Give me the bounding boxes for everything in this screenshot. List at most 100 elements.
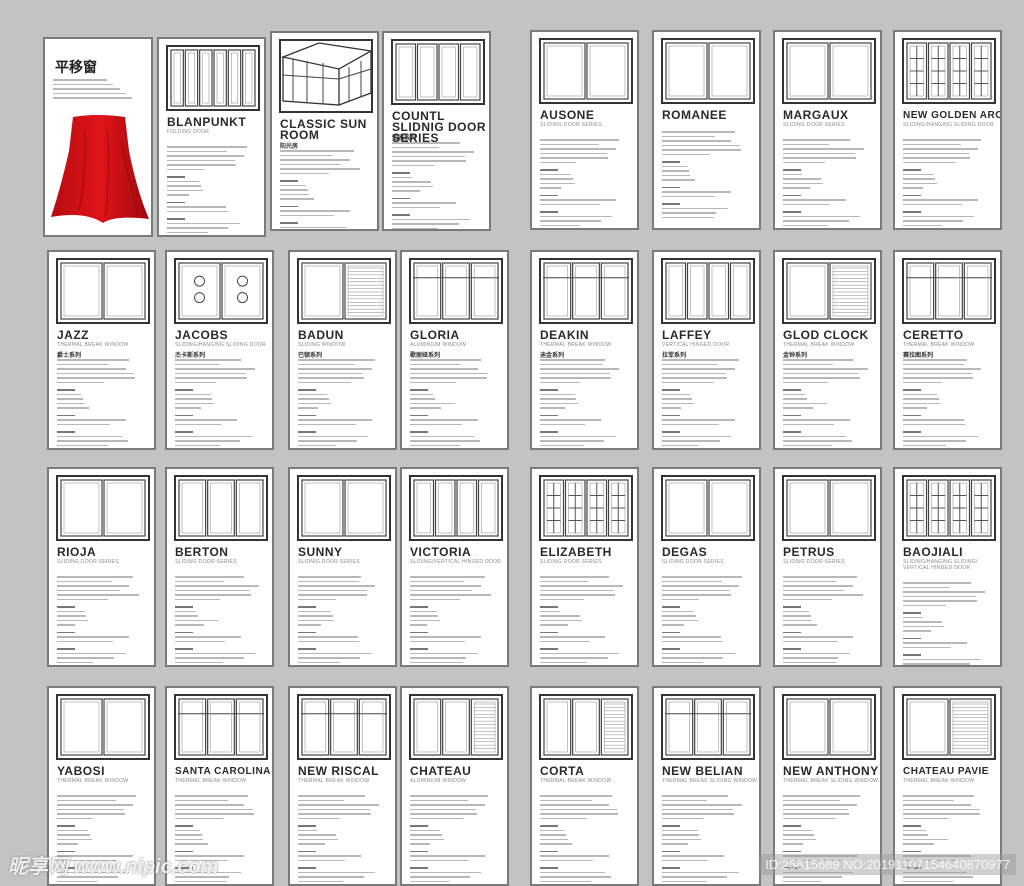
- decorated-door-icon: [174, 258, 268, 324]
- product-card: COUNTL SLIDNIG DOOR SERIES 铂雅系列: [382, 31, 491, 231]
- product-subtitle: THERMAL BREAK SLIDING WINDOW: [662, 778, 758, 784]
- screen-window-icon: [902, 694, 996, 760]
- product-card: CORTA THERMAL BREAK WINDOW: [530, 686, 639, 886]
- product-description: [540, 576, 629, 665]
- product-subtitle: SLIDING/VERTICAL HINGED DOOR: [410, 559, 502, 565]
- product-card: BAOJIALI SLIDING/HANGING SLIDING/ VERTICA…: [893, 467, 1002, 667]
- product-card: DEAKIN THERMAL BREAK WINDOW 迪金系列: [530, 250, 639, 450]
- intro-text: [53, 79, 143, 102]
- product-description: [410, 795, 499, 884]
- product-title: CERETTO: [903, 328, 964, 342]
- product-subtitle: THERMAL BREAK WINDOW: [540, 778, 612, 784]
- sliding-door-icon: [539, 38, 633, 104]
- product-series-cn: 拉菲系列: [662, 353, 687, 359]
- product-title: VICTORIA: [410, 545, 472, 559]
- product-title: CLASSIC SUN ROOM: [280, 117, 367, 142]
- window-icon: [56, 694, 150, 760]
- product-subtitle: FOLDING DOOR: [167, 129, 210, 135]
- product-subtitle: SLIDING DOOR SERIES: [175, 559, 237, 565]
- product-description: [783, 576, 872, 665]
- product-description: [298, 576, 387, 665]
- product-description: [167, 146, 256, 235]
- product-card: CLASSIC SUN ROOM 阳光房: [270, 31, 379, 231]
- product-subtitle: THERMAL BREAK WINDOW: [57, 342, 129, 348]
- product-card: MARGAUX SLIDING DOOR SERIES: [773, 30, 882, 230]
- product-title: NEW RISCAL: [298, 764, 379, 778]
- product-description: [392, 142, 481, 229]
- product-card: AUSONE SLIDING DOOR SERIES: [530, 30, 639, 230]
- product-description: [903, 139, 992, 228]
- window-icon: [56, 258, 150, 324]
- watermark-id: ID:25815689 NO:20191107154640870977: [759, 854, 1016, 875]
- grid-door-icon: [539, 475, 633, 541]
- sun-room-icon: [279, 39, 373, 113]
- product-series-cn: 赛拉图系列: [903, 353, 934, 359]
- product-subtitle: SLIDING/HANGING SLIDING DOOR: [903, 122, 994, 128]
- product-title: PETRUS: [783, 545, 835, 559]
- product-card: GLORIA ALUMINIUM WINDOW 歌丽娅系列: [400, 250, 509, 450]
- product-card: CERETTO THERMAL BREAK WINDOW 赛拉图系列: [893, 250, 1002, 450]
- product-title: NEW ANTHONY: [783, 764, 879, 778]
- product-subtitle: SLIDING DOOR SERIES: [540, 559, 602, 565]
- sliding-door-icon: [174, 475, 268, 541]
- product-subtitle: THERMAL BREAK WINDOW: [298, 778, 370, 784]
- hinged-door-icon: [409, 475, 503, 541]
- red-cloth-image: [51, 115, 149, 223]
- product-subtitle: SLIDING DOOR SERIES: [57, 559, 119, 565]
- product-subtitle: SLIDING/HANGING SLIDING/ VERTICAL HINGED…: [903, 559, 978, 571]
- window-icon: [297, 694, 391, 760]
- product-description: [540, 359, 629, 448]
- screen-window-icon: [409, 694, 503, 760]
- sliding-door-icon: [56, 475, 150, 541]
- product-title: JACOBS: [175, 328, 229, 342]
- intro-card: 平移窗: [43, 37, 153, 237]
- product-subtitle: SLIDING DOOR SERIES: [783, 559, 845, 565]
- product-title: SUNNY: [298, 545, 343, 559]
- product-description: [903, 582, 992, 665]
- product-card: BLANPUNKT FOLDING DOOR: [157, 37, 266, 237]
- product-series-cn: 阳光房: [280, 144, 299, 150]
- product-subtitle: SLIDING DOOR SERIES: [540, 122, 602, 128]
- product-title: GLOD CLOCK: [783, 328, 869, 342]
- product-subtitle: THERMAL BREAK SLIDING WINDOW: [783, 778, 879, 784]
- sliding-door-icon: [782, 38, 876, 104]
- product-title: CHATEAU PAVIE: [903, 766, 989, 777]
- product-title: DEAKIN: [540, 328, 590, 342]
- product-card: PETRUS SLIDING DOOR SERIES: [773, 467, 882, 667]
- product-card: CHATEAU ALUMINIUM WINDOW: [400, 686, 509, 886]
- product-subtitle: THERMAL BREAK WINDOW: [175, 778, 247, 784]
- product-card: VICTORIA SLIDING/VERTICAL HINGED DOOR: [400, 467, 509, 667]
- product-description: [175, 359, 264, 448]
- watermark-site: 昵享网 www.nipic.com: [8, 856, 219, 878]
- product-card: SUNNY SLIDNIG DOOR SERIES: [288, 467, 397, 667]
- sliding-door-icon: [297, 475, 391, 541]
- product-title: YABOSI: [57, 764, 105, 778]
- product-title: NEW BELIAN: [662, 764, 743, 778]
- product-subtitle: THERMAL BREAK WINDOW: [903, 778, 975, 784]
- product-title: ELIZABETH: [540, 545, 612, 559]
- product-subtitle: ALUMINIUM WINDOW: [410, 778, 467, 784]
- sliding-window-icon: [661, 38, 755, 104]
- window-icon: [174, 694, 268, 760]
- product-series-cn: 铂雅系列: [392, 136, 417, 142]
- product-title: NEW GOLDEN ARC: [903, 110, 1002, 121]
- screen-window-icon: [782, 258, 876, 324]
- product-card: NEW RISCAL THERMAL BREAK WINDOW: [288, 686, 397, 886]
- product-card: JAZZ THERMAL BREAK WINDOW 爵士系列: [47, 250, 156, 450]
- product-description: [298, 795, 387, 884]
- product-title: BADUN: [298, 328, 344, 342]
- product-title: RIOJA: [57, 545, 97, 559]
- product-card: BADUN SLIDING WINDOW 巴顿系列: [288, 250, 397, 450]
- product-subtitle: VERTICAL HINGED DOOR: [662, 342, 730, 348]
- sliding-door-icon: [661, 475, 755, 541]
- grid-door-icon: [902, 475, 996, 541]
- product-card: NEW GOLDEN ARC SLIDING/HANGING SLIDING DO…: [893, 30, 1002, 230]
- screen-window-icon: [539, 694, 633, 760]
- product-description: [57, 359, 146, 448]
- product-title: CHATEAU: [410, 764, 472, 778]
- sliding-door-icon: [782, 475, 876, 541]
- product-description: [175, 576, 264, 665]
- product-title: AUSONE: [540, 108, 595, 122]
- product-card: NEW BELIAN THERMAL BREAK SLIDING WINDOW: [652, 686, 761, 886]
- product-description: [540, 139, 629, 228]
